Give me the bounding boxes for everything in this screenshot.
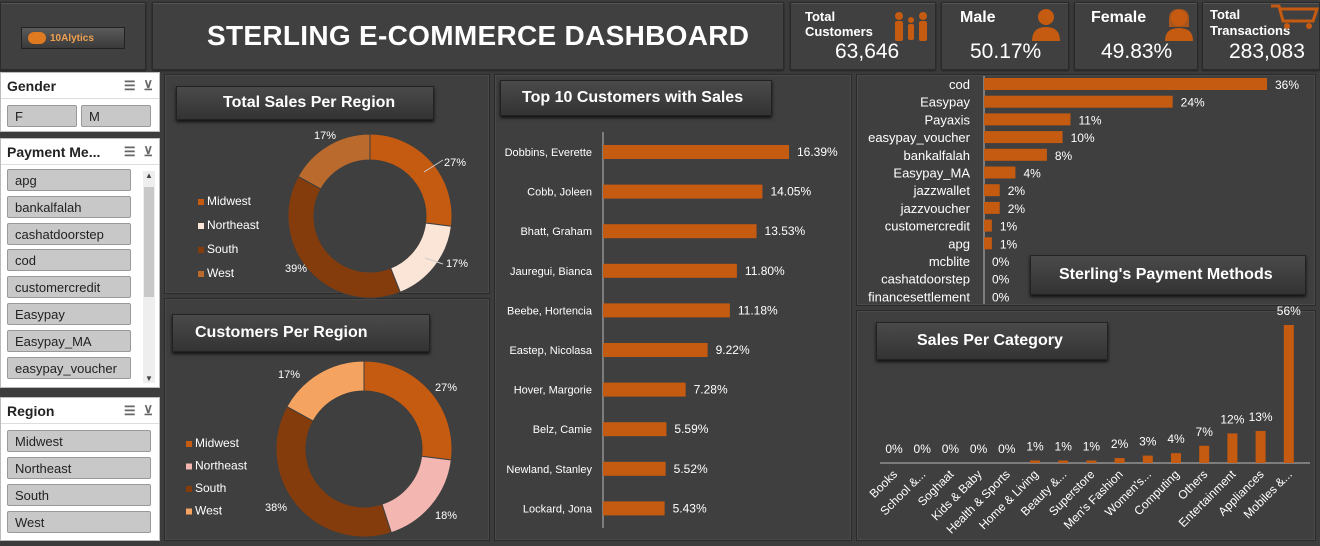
gender-item-f[interactable]: F xyxy=(7,105,77,127)
scrollbar[interactable]: ▲ ▼ xyxy=(143,171,155,383)
region-slicer-header: Region ☰ ⊻ xyxy=(1,398,159,424)
kpi-male: Male 50.17% xyxy=(941,2,1069,70)
payment-item[interactable]: customercredit xyxy=(7,276,131,299)
transactions-value: 283,083 xyxy=(1229,40,1305,63)
payment-item[interactable]: Easypay xyxy=(7,303,131,325)
logo: 10Alytics xyxy=(21,27,125,49)
payment-slicer-header: Payment Me... ☰ ⊻ xyxy=(1,139,159,165)
payment-item[interactable]: cashatdoorstep xyxy=(7,222,131,245)
gender-slicer-title: Gender xyxy=(7,77,57,94)
region-item[interactable]: West xyxy=(7,511,151,533)
category-title: Sales Per Category xyxy=(876,322,1108,360)
region-slicer[interactable]: Region ☰ ⊻ Midwest Northeast South West xyxy=(0,397,160,541)
logo-text: 10Alytics xyxy=(50,32,94,44)
scroll-up-icon[interactable]: ▲ xyxy=(143,171,155,180)
total-customers-value: 63,646 xyxy=(835,40,900,63)
title-tile: STERLING E-COMMERCE DASHBOARD xyxy=(152,2,784,70)
female-label: Female xyxy=(1091,9,1147,26)
clear-filter-icon[interactable]: ⊻ xyxy=(143,144,153,160)
payment-title: Sterling's Payment Methods xyxy=(1030,255,1306,295)
people-icon xyxy=(891,11,933,43)
customers-region-title: Customers Per Region xyxy=(172,314,430,352)
kpi-female: Female 49.83% xyxy=(1074,2,1198,70)
male-label: Male xyxy=(960,9,996,26)
gender-slicer[interactable]: Gender ☰ ⊻ F M xyxy=(0,72,160,132)
payment-item[interactable]: cod xyxy=(7,249,131,272)
clear-filter-icon[interactable]: ⊻ xyxy=(143,403,153,419)
payment-slicer-title: Payment Me... xyxy=(7,143,101,160)
gender-slicer-header: Gender ☰ ⊻ xyxy=(1,73,159,99)
payment-item[interactable]: easypay_voucher xyxy=(7,356,131,379)
top10-panel xyxy=(494,74,852,541)
scroll-down-icon[interactable]: ▼ xyxy=(143,374,155,383)
cart-icon xyxy=(1269,3,1320,34)
kpi-transactions: Total Transactions 283,083 xyxy=(1202,2,1320,70)
top10-title: Top 10 Customers with Sales xyxy=(500,80,772,116)
payment-slicer[interactable]: Payment Me... ☰ ⊻ apg bankalfalah cashatdoor… xyxy=(0,138,160,388)
scroll-thumb[interactable] xyxy=(144,187,154,297)
clear-filter-icon[interactable]: ⊻ xyxy=(143,78,153,94)
region-item[interactable]: South xyxy=(7,484,151,506)
multi-select-icon[interactable]: ☰ xyxy=(124,144,136,160)
payment-item[interactable]: bankalfalah xyxy=(7,195,131,218)
kpi-total-customers: Total Customers 63,646 xyxy=(790,2,936,70)
payment-item[interactable]: apg xyxy=(7,169,131,191)
multi-select-icon[interactable]: ☰ xyxy=(124,78,136,94)
multi-select-icon[interactable]: ☰ xyxy=(124,403,136,419)
male-value: 50.17% xyxy=(970,40,1042,63)
sales-region-title: Total Sales Per Region xyxy=(176,86,434,120)
total-customers-label: Total Customers xyxy=(805,9,873,39)
logo-icon xyxy=(28,32,46,44)
region-item[interactable]: Northeast xyxy=(7,457,151,479)
region-item[interactable]: Midwest xyxy=(7,430,151,452)
female-value: 49.83% xyxy=(1101,40,1173,63)
region-slicer-title: Region xyxy=(7,402,55,419)
dashboard-title: STERLING E-COMMERCE DASHBOARD xyxy=(207,20,750,51)
payment-item[interactable]: Easypay_MA xyxy=(7,329,131,352)
logo-tile: 10Alytics xyxy=(0,2,146,70)
gender-item-m[interactable]: M xyxy=(81,105,151,127)
